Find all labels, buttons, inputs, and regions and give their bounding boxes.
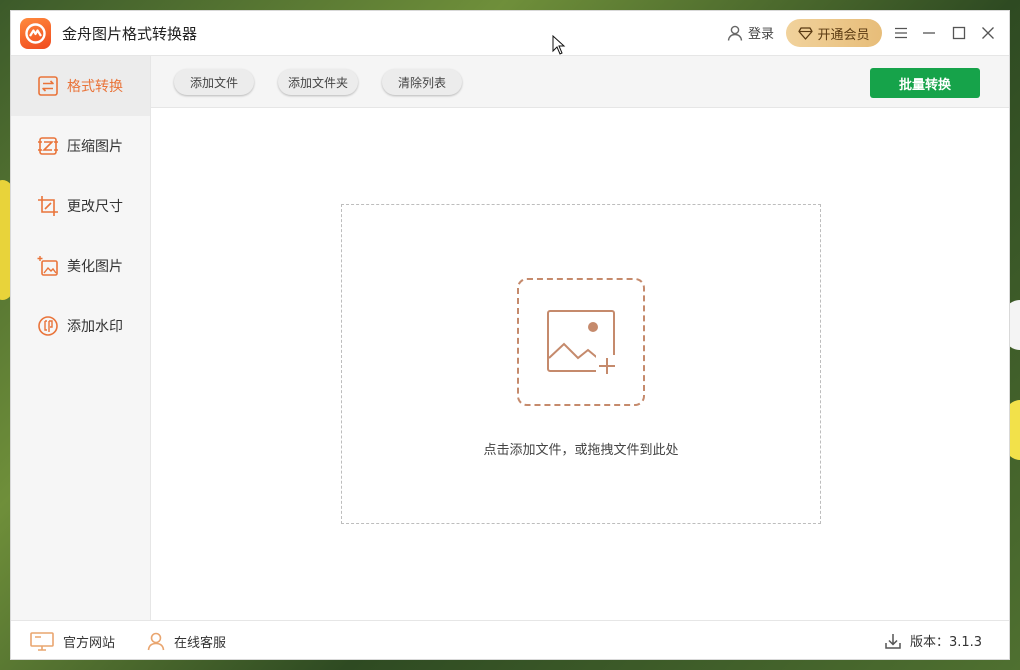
batch-convert-button[interactable]: 批量转换 <box>870 68 980 98</box>
footer: 官方网站 在线客服 版本：3.1.3 <box>11 620 1009 659</box>
sidebar-item-label: 添加水印 <box>67 319 123 335</box>
sidebar-item-resize[interactable]: 更改尺寸 <box>11 176 150 236</box>
title-bar: 金舟图片格式转换器 登录 开通会员 <box>11 11 1009 56</box>
user-icon <box>727 25 743 41</box>
close-icon[interactable] <box>979 24 997 42</box>
menu-icon[interactable] <box>892 24 910 42</box>
version-label: 版本：3.1.3 <box>910 635 983 650</box>
online-support-link[interactable]: 在线客服 <box>146 631 226 651</box>
watermark-icon <box>38 316 58 336</box>
add-file-button[interactable]: 添加文件 <box>174 69 254 95</box>
sidebar-item-beautify[interactable]: 美化图片 <box>11 236 150 296</box>
format-convert-icon <box>38 76 58 96</box>
file-drop-zone[interactable]: 点击添加文件，或拖拽文件到此处 <box>341 204 821 524</box>
sidebar-item-label: 美化图片 <box>67 259 123 275</box>
online-support-label: 在线客服 <box>174 635 227 651</box>
sidebar-item-watermark[interactable]: 添加水印 <box>11 296 150 356</box>
monitor-icon <box>30 632 54 651</box>
maximize-icon[interactable] <box>950 24 968 42</box>
official-website-link[interactable]: 官方网站 <box>29 631 115 651</box>
compress-icon <box>38 137 58 155</box>
diamond-icon <box>798 26 814 40</box>
login-button[interactable]: 登录 <box>726 23 774 42</box>
sidebar: 格式转换 压缩图片 更改尺寸 美化图片 添加水印 <box>11 56 151 620</box>
minimize-icon[interactable] <box>920 24 938 42</box>
add-image-box[interactable] <box>517 278 645 406</box>
drop-zone-hint: 点击添加文件，或拖拽文件到此处 <box>483 443 679 458</box>
sidebar-item-label: 压缩图片 <box>67 139 123 155</box>
add-image-icon <box>547 310 618 377</box>
vip-label: 开通会员 <box>817 27 870 43</box>
resize-icon <box>38 196 58 216</box>
login-label: 登录 <box>748 27 775 42</box>
clear-list-button[interactable]: 清除列表 <box>382 69 462 95</box>
app-title: 金舟图片格式转换器 <box>62 25 198 43</box>
add-folder-button[interactable]: 添加文件夹 <box>278 69 358 95</box>
version-info: 版本：3.1.3 <box>884 631 982 650</box>
app-window: 金舟图片格式转换器 登录 开通会员 格式转换 压缩图片 更改尺寸 美化图片 添加… <box>10 10 1010 660</box>
sidebar-item-compress[interactable]: 压缩图片 <box>11 116 150 176</box>
vip-button[interactable]: 开通会员 <box>786 19 882 47</box>
official-website-label: 官方网站 <box>63 635 116 651</box>
mouse-cursor-icon <box>552 35 566 55</box>
sidebar-item-label: 更改尺寸 <box>67 199 123 215</box>
app-logo-icon <box>20 18 51 49</box>
toolbar: 添加文件 添加文件夹 清除列表 批量转换 <box>151 56 1009 108</box>
beautify-icon <box>37 256 58 276</box>
customer-service-icon <box>147 632 165 651</box>
download-icon <box>885 633 901 649</box>
sidebar-item-label: 格式转换 <box>67 79 123 95</box>
sidebar-item-format-convert[interactable]: 格式转换 <box>11 56 150 116</box>
